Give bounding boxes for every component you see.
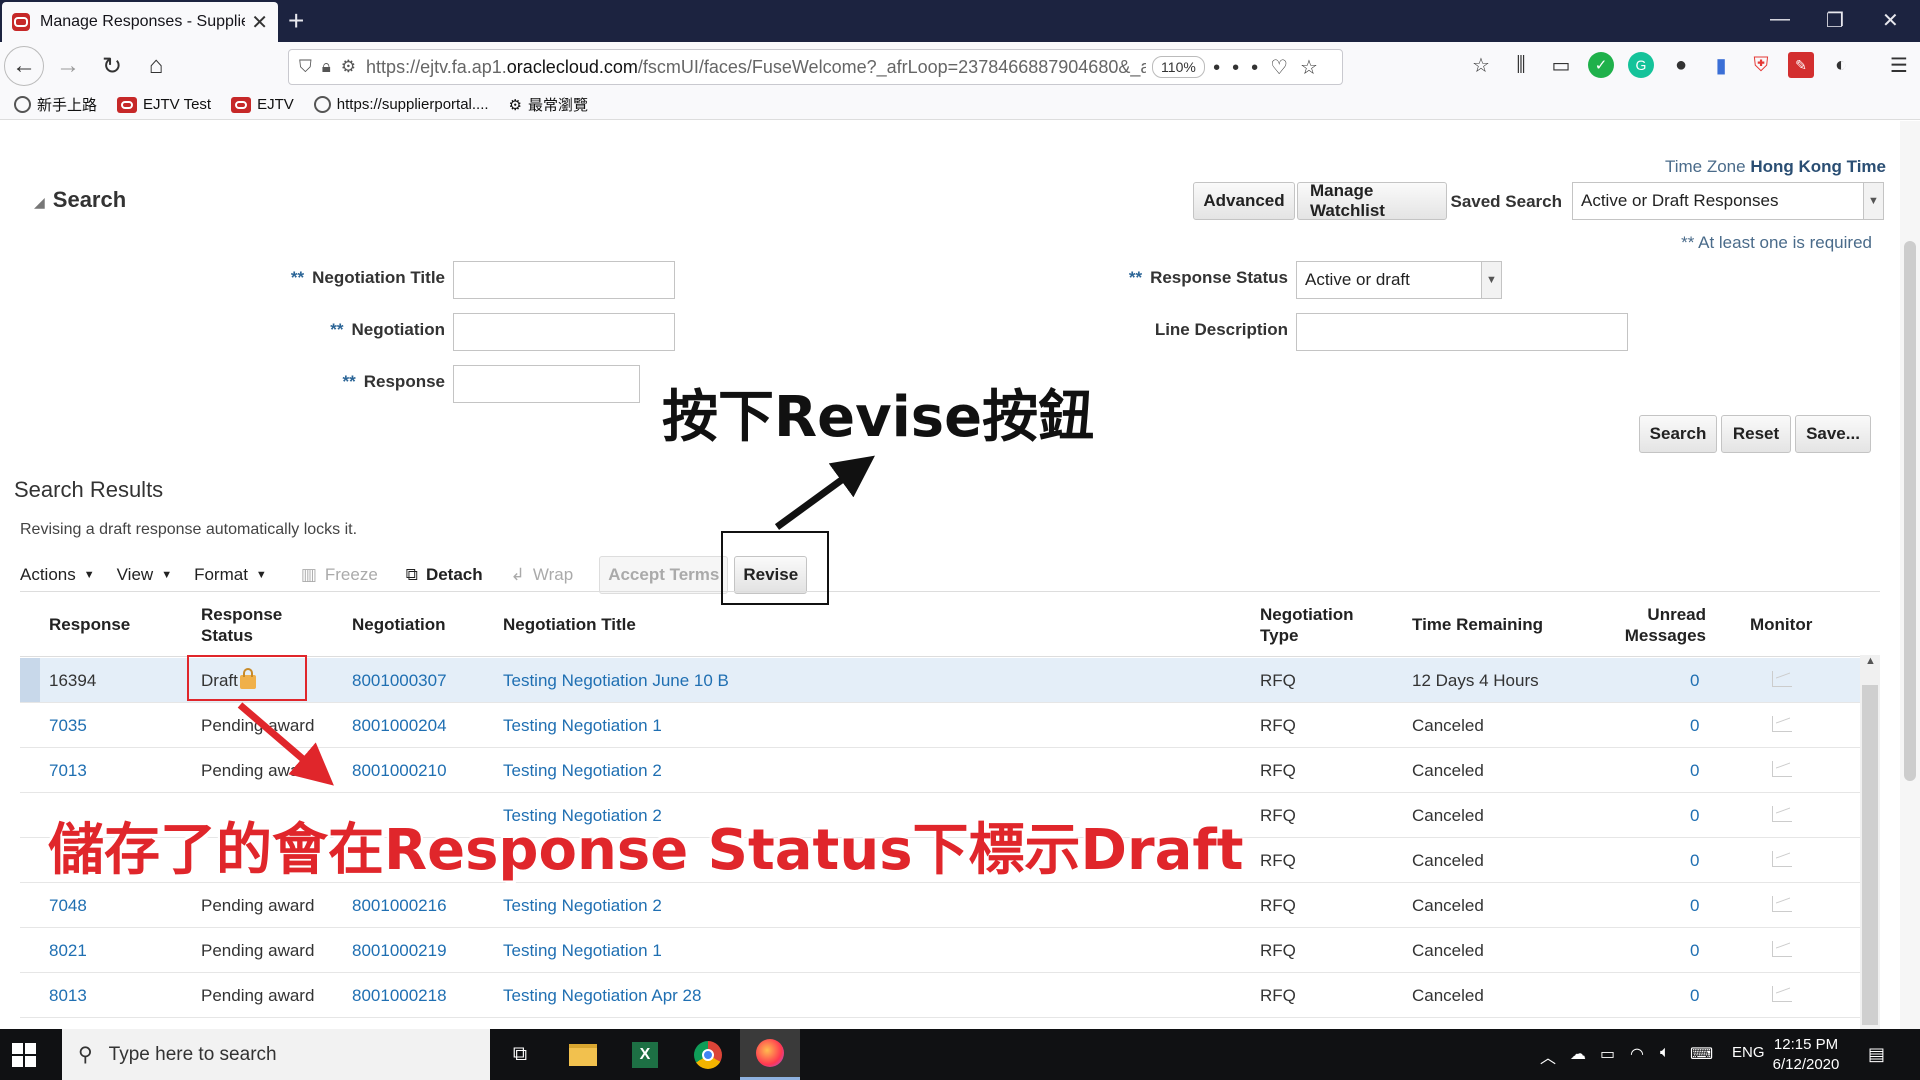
battery-icon[interactable]: ▭ [1600,1044,1615,1064]
task-view-icon[interactable]: ⧉ [490,1029,550,1080]
onedrive-icon[interactable]: ☁ [1570,1044,1586,1064]
volume-icon[interactable]: 🔈︎ [1660,1044,1670,1062]
annotation-arrows [237,455,875,786]
chrome-icon[interactable] [678,1029,738,1080]
tray-chevron-icon[interactable]: ︿ [1540,1044,1556,1068]
clock[interactable]: 12:15 PM 6/12/2020 [1760,1035,1852,1075]
file-explorer-icon[interactable] [553,1029,613,1080]
excel-icon[interactable]: X [615,1029,675,1080]
arrow-to-draft [237,702,334,786]
keyboard-icon[interactable]: ⌨ [1690,1044,1713,1064]
arrow-to-revise [774,455,875,530]
notifications-icon[interactable]: ▤ [1868,1044,1885,1065]
windows-taskbar: ⚲ Type here to search ⧉ X ︿ ☁ ▭ ◠ 🔈︎ ⌨ EN… [0,1029,1920,1080]
windows-start-icon[interactable] [12,1043,36,1067]
taskbar-search[interactable]: ⚲ Type here to search [62,1029,490,1080]
wifi-icon[interactable]: ◠ [1630,1044,1644,1064]
firefox-icon[interactable] [740,1029,800,1080]
search-icon: ⚲ [78,1044,93,1066]
